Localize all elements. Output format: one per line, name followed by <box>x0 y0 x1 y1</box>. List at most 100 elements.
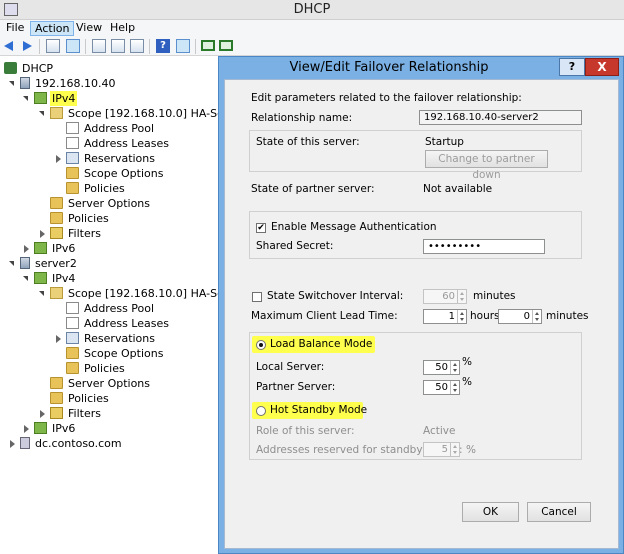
tree-node-dhcp[interactable]: DHCP <box>4 61 55 76</box>
tree-node-s1-scope-policies[interactable]: Policies <box>66 181 127 196</box>
tree-node-s1-policies[interactable]: Policies <box>50 211 111 226</box>
mclt-hours-value: 1 <box>448 311 455 322</box>
tree-node-s2-ipv4[interactable]: IPv4 <box>23 271 77 286</box>
mclt-minutes-spinner[interactable]: 0 <box>498 309 542 324</box>
collapse-arrow-icon[interactable] <box>56 155 61 163</box>
forward-arrow-icon[interactable] <box>20 39 34 53</box>
tree-node-server2[interactable]: server2 <box>9 256 79 271</box>
tree-node-s2-scope[interactable]: Scope [192.168.10.0] HA-Scope <box>39 286 246 301</box>
collapse-arrow-icon[interactable] <box>40 230 45 238</box>
network-monitor-icon[interactable] <box>219 40 233 51</box>
spin-arrows-icon[interactable] <box>457 310 466 323</box>
tree-node-server1[interactable]: 192.168.10.40 <box>9 76 117 91</box>
export-list-icon[interactable] <box>130 39 144 53</box>
mode-group: Load Balance Mode Local Server: 50 % Par… <box>249 332 582 460</box>
expand-arrow-icon[interactable] <box>9 81 14 86</box>
tree-node-s1-address-leases[interactable]: Address Leases <box>66 136 171 151</box>
scope-folder-icon <box>50 107 63 119</box>
reservations-icon <box>66 332 79 344</box>
tree-node-s1-server-options[interactable]: Server Options <box>50 196 152 211</box>
up-folder-icon[interactable] <box>46 39 60 53</box>
load-balance-radio[interactable] <box>256 340 266 350</box>
dialog-titlebar[interactable]: View/Edit Failover Relationship ? X <box>219 57 623 78</box>
partner-percent-sign: % <box>462 376 472 388</box>
expand-arrow-icon[interactable] <box>39 291 44 296</box>
expand-arrow-icon[interactable] <box>23 96 28 101</box>
expand-arrow-icon[interactable] <box>23 276 28 281</box>
partner-server-spinner[interactable]: 50 <box>423 380 460 395</box>
tree-node-s2-address-pool[interactable]: Address Pool <box>66 301 156 316</box>
toolbar-separator <box>149 39 150 54</box>
shared-secret-field[interactable]: ••••••••• <box>423 239 545 254</box>
spin-arrows-icon[interactable] <box>450 443 459 456</box>
tree-node-s2-server-options[interactable]: Server Options <box>50 376 152 391</box>
tree-node-s2-policies[interactable]: Policies <box>50 391 111 406</box>
tree-node-dc[interactable]: dc.contoso.com <box>10 436 124 451</box>
hot-standby-radio[interactable] <box>256 406 266 416</box>
server-icon <box>20 77 30 89</box>
spin-arrows-icon[interactable] <box>450 381 459 394</box>
enable-auth-checkbox[interactable]: ✔ <box>256 223 266 233</box>
action-pane-icon[interactable] <box>176 39 190 53</box>
ipv6-icon <box>34 242 47 254</box>
collapse-arrow-icon[interactable] <box>10 440 15 448</box>
dialog-title: View/Edit Failover Relationship <box>289 60 489 75</box>
local-server-spinner[interactable]: 50 <box>423 360 460 375</box>
spin-arrows-icon[interactable] <box>532 310 541 323</box>
menu-view[interactable]: View <box>72 21 106 36</box>
tree-node-s2-address-leases[interactable]: Address Leases <box>66 316 171 331</box>
load-balance-label: Load Balance Mode <box>270 338 373 350</box>
toolbar-separator <box>195 39 196 54</box>
mclt-minutes-value: 0 <box>523 311 530 322</box>
tree-node-s1-scope[interactable]: Scope [192.168.10.0] HA-Scope <box>39 106 246 121</box>
tree-node-s1-reservations[interactable]: Reservations <box>56 151 157 166</box>
relationship-name-field[interactable]: 192.168.10.40-server2 <box>419 110 582 125</box>
dialog-close-button[interactable]: X <box>585 58 619 76</box>
menu-action[interactable]: Action <box>30 21 75 36</box>
tree-node-s1-address-pool[interactable]: Address Pool <box>66 121 156 136</box>
tree-node-s1-ipv6[interactable]: IPv6 <box>24 241 77 256</box>
expand-arrow-icon[interactable] <box>39 111 44 116</box>
state-switchover-spinner[interactable]: 60 <box>423 289 467 304</box>
collapse-arrow-icon[interactable] <box>40 410 45 418</box>
tree-node-s2-filters[interactable]: Filters <box>40 406 103 421</box>
back-arrow-icon[interactable] <box>3 39 17 53</box>
menu-help[interactable]: Help <box>106 21 139 36</box>
menu-file[interactable]: File <box>2 21 28 36</box>
tree-node-s2-scope-options[interactable]: Scope Options <box>66 346 165 361</box>
collapse-arrow-icon[interactable] <box>56 335 61 343</box>
ipv4-icon <box>34 272 47 284</box>
this-server-state-label: State of this server: <box>256 136 360 148</box>
state-switchover-checkbox[interactable] <box>252 292 262 302</box>
tree-node-s2-reservations[interactable]: Reservations <box>56 331 157 346</box>
collapse-arrow-icon[interactable] <box>24 425 29 433</box>
expand-arrow-icon[interactable] <box>9 261 14 266</box>
tree-node-s2-scope-policies[interactable]: Policies <box>66 361 127 376</box>
tree-node-s1-scope-options[interactable]: Scope Options <box>66 166 165 181</box>
show-hide-tree-icon[interactable] <box>66 39 80 53</box>
folder-icon <box>50 392 63 404</box>
tree-node-s2-ipv6[interactable]: IPv6 <box>24 421 77 436</box>
cancel-button[interactable]: Cancel <box>527 502 591 522</box>
partner-server-value: 50 <box>435 382 448 393</box>
ok-button[interactable]: OK <box>462 502 519 522</box>
tree-node-s1-filters[interactable]: Filters <box>40 226 103 241</box>
scope-folder-icon <box>50 287 63 299</box>
reserved-spinner[interactable]: 5 <box>423 442 460 457</box>
server-icon <box>20 257 30 269</box>
refresh-icon[interactable] <box>111 39 125 53</box>
help-icon[interactable]: ? <box>156 39 170 53</box>
change-partner-down-button[interactable]: Change to partner down <box>425 150 548 181</box>
properties-icon[interactable] <box>92 39 106 53</box>
collapse-arrow-icon[interactable] <box>24 245 29 253</box>
spin-arrows-icon[interactable] <box>450 361 459 374</box>
dialog-help-button[interactable]: ? <box>559 58 585 76</box>
authentication-group: ✔ Enable Message Authentication Shared S… <box>249 211 582 259</box>
folder-icon <box>66 362 79 374</box>
shared-secret-label: Shared Secret: <box>256 240 334 252</box>
tree-node-s1-ipv4[interactable]: IPv4 <box>23 91 78 106</box>
mclt-hours-spinner[interactable]: 1 <box>423 309 467 324</box>
ipv6-icon <box>34 422 47 434</box>
spin-arrows-icon[interactable] <box>457 290 466 303</box>
server-monitor-icon[interactable] <box>201 40 215 51</box>
